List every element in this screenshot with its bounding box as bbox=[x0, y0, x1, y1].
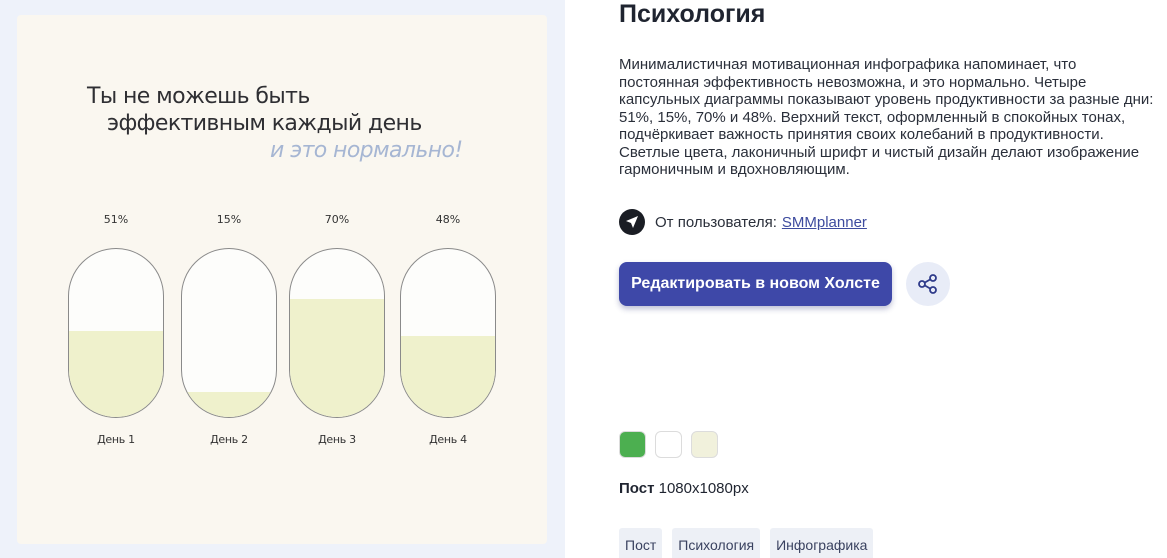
color-swatch[interactable] bbox=[655, 431, 682, 458]
capsule-outline bbox=[400, 248, 496, 418]
capsule-fill bbox=[290, 299, 384, 417]
capsule-percent: 15% bbox=[216, 213, 242, 226]
share-icon bbox=[918, 274, 937, 294]
author-label: От пользователя: bbox=[655, 213, 777, 231]
capsule-day-label: День 3 bbox=[318, 433, 356, 446]
author-row: От пользователя: SMMplanner bbox=[619, 209, 867, 235]
capsule-outline bbox=[68, 248, 164, 418]
capsule-day-label: День 2 bbox=[210, 433, 248, 446]
color-swatches bbox=[619, 431, 718, 458]
edit-in-new-canvas-button[interactable]: Редактировать в новом Холсте bbox=[619, 262, 892, 306]
capsule-day-2: 15% День 2 bbox=[181, 213, 277, 453]
capsule-day-1: 51% День 1 bbox=[68, 213, 164, 453]
capsule-day-label: День 1 bbox=[97, 433, 135, 446]
capsule-day-label: День 4 bbox=[429, 433, 467, 446]
tag-list: Пост Психология Инфографика bbox=[619, 528, 874, 558]
preview-panel: Ты не можешь быть эффективным каждый ден… bbox=[0, 0, 565, 558]
preview-headline-line1: Ты не можешь быть bbox=[87, 84, 310, 109]
capsule-fill bbox=[182, 391, 276, 417]
capsule-outline bbox=[289, 248, 385, 418]
template-description: Минималистичная мотивационная инфографик… bbox=[619, 56, 1154, 178]
preview-headline-line3: и это нормально! bbox=[270, 138, 463, 163]
author-link[interactable]: SMMplanner bbox=[782, 214, 867, 231]
color-swatch[interactable] bbox=[691, 431, 718, 458]
capsule-percent: 70% bbox=[324, 213, 350, 226]
capsule-fill bbox=[401, 336, 495, 417]
format-label: Пост bbox=[619, 480, 655, 497]
paper-plane-icon bbox=[619, 209, 645, 235]
capsule-percent: 48% bbox=[435, 213, 461, 226]
page-title: Психология bbox=[619, 0, 766, 28]
tag-chip[interactable]: Психология bbox=[672, 528, 761, 558]
format-info: Пост 1080x1080px bbox=[619, 480, 749, 497]
capsule-percent: 51% bbox=[103, 213, 129, 226]
color-swatch[interactable] bbox=[619, 431, 646, 458]
capsule-day-4: 48% День 4 bbox=[400, 213, 496, 453]
format-size: 1080x1080px bbox=[658, 480, 749, 497]
tag-chip[interactable]: Пост bbox=[619, 528, 663, 558]
tag-chip[interactable]: Инфографика bbox=[770, 528, 874, 558]
capsule-fill bbox=[69, 331, 163, 417]
template-preview[interactable]: Ты не можешь быть эффективным каждый ден… bbox=[17, 15, 547, 544]
capsule-outline bbox=[181, 248, 277, 418]
share-button[interactable] bbox=[906, 262, 950, 306]
preview-headline-line2: эффективным каждый день bbox=[107, 111, 422, 136]
capsule-day-3: 70% День 3 bbox=[289, 213, 385, 453]
